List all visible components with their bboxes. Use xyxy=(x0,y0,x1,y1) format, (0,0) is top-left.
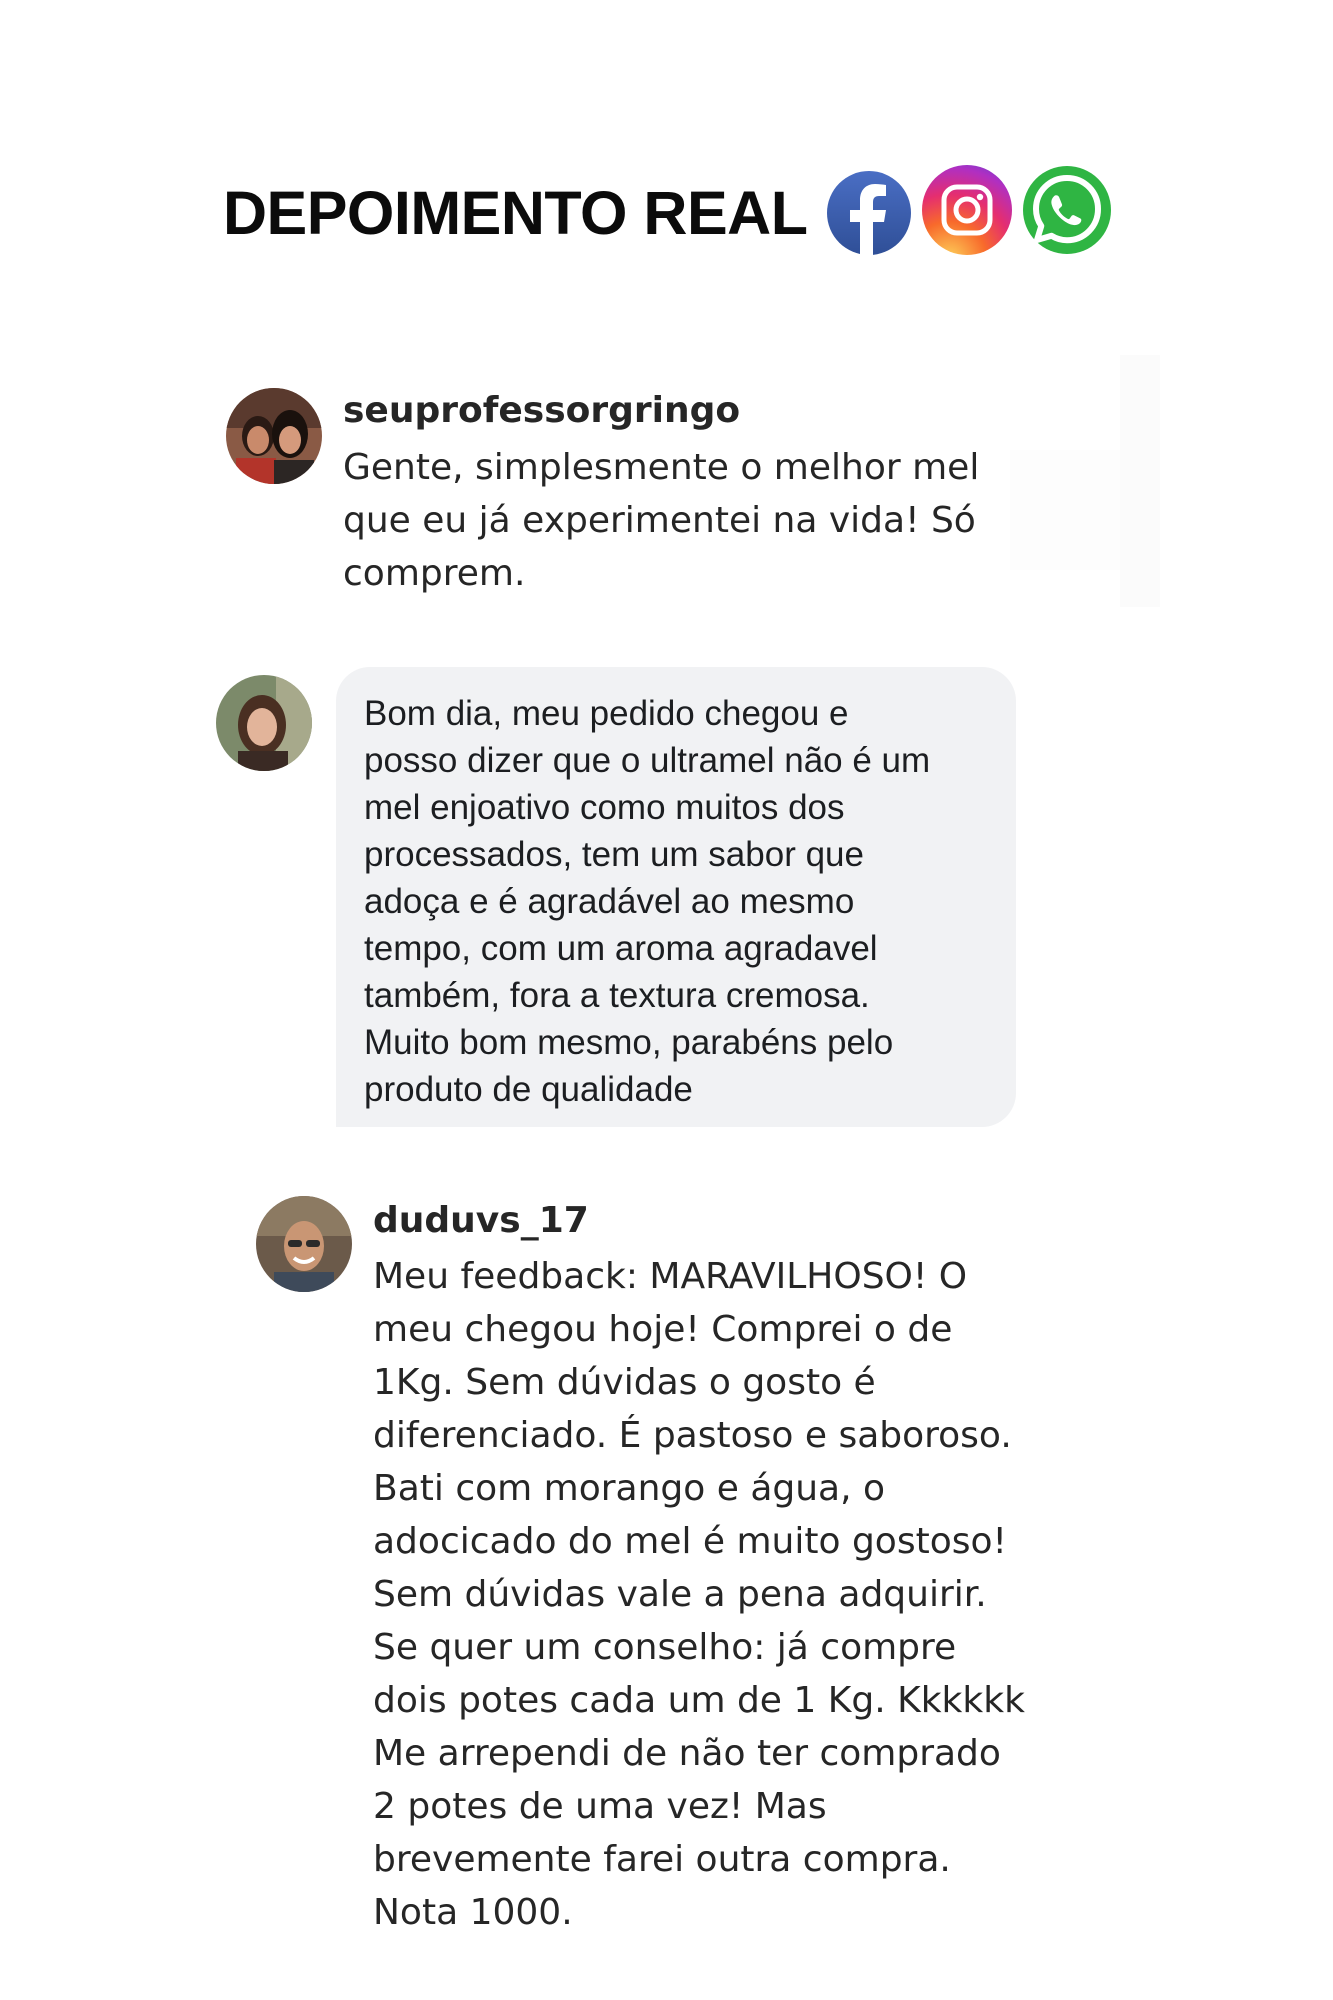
comment-text: Meu feedback: MARAVILHOSO! O meu chegou … xyxy=(373,1256,1025,1933)
page-title: DEPOIMENTO REAL xyxy=(223,179,808,247)
avatar[interactable] xyxy=(256,1196,352,1292)
instagram-icon[interactable] xyxy=(921,164,1013,256)
comment-text: Bom dia, meu pedido chegou e posso dizer… xyxy=(364,694,931,1109)
whatsapp-icon[interactable] xyxy=(1021,164,1113,256)
blur-overlay xyxy=(1120,355,1160,607)
blur-overlay xyxy=(1010,450,1120,570)
username[interactable]: seuprofessorgringo xyxy=(343,390,740,431)
comment-text: Gente, simplesmente o melhor mel que eu … xyxy=(343,447,980,594)
username[interactable]: duduvs_17 xyxy=(373,1200,589,1241)
facebook-icon[interactable] xyxy=(826,170,912,256)
avatar[interactable] xyxy=(216,675,312,771)
avatar[interactable] xyxy=(226,388,322,484)
